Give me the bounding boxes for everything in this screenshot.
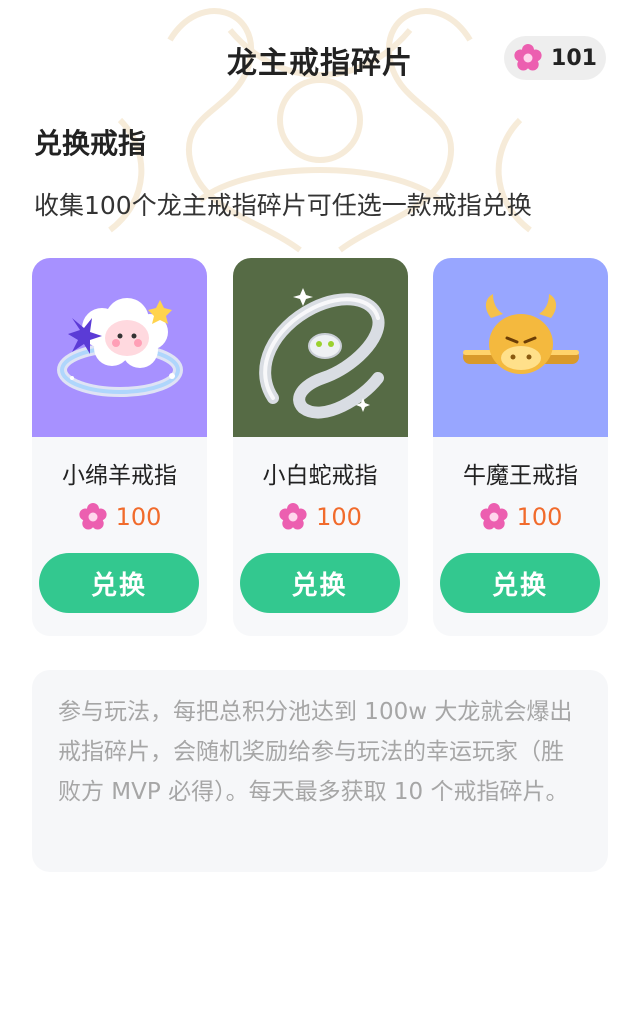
- ring-name: 小白蛇戒指: [262, 463, 378, 489]
- redeem-button-sheep[interactable]: 兑换: [39, 553, 199, 613]
- ring-card-sheep: 小绵羊戒指 100 兑换: [32, 258, 207, 636]
- ring-price: 100: [233, 502, 408, 532]
- pink-flower-fragment-icon: [479, 503, 508, 530]
- fragment-balance-value: 101: [551, 45, 597, 71]
- pink-flower-fragment-icon: [78, 503, 107, 530]
- ring-card-list: 小绵羊戒指 100 兑换 小白蛇戒指 100 兑换 牛魔王戒指 100 兑换: [32, 258, 608, 636]
- redeem-button-bull[interactable]: 兑换: [440, 553, 600, 613]
- ring-price-value: 100: [115, 503, 162, 531]
- fragment-balance-chip: 101: [504, 36, 606, 80]
- header: 龙主戒指碎片 101: [0, 0, 640, 120]
- section-title: 兑换戒指: [34, 127, 147, 160]
- white-snake-ring-icon: [232, 258, 408, 437]
- ring-price-value: 100: [516, 503, 563, 531]
- section-description: 收集100个龙主戒指碎片可任选一款戒指兑换: [34, 191, 532, 220]
- ring-price-value: 100: [316, 503, 362, 531]
- redeem-button-snake[interactable]: 兑换: [239, 553, 400, 613]
- ring-card-bull: 牛魔王戒指 100 兑换: [433, 258, 608, 636]
- rules-box: 参与玩法，每把总积分池达到 100w 大龙就会爆出戒指碎片，会随机奖励给参与玩法…: [32, 670, 608, 872]
- sheep-ring-icon: [32, 258, 207, 437]
- pink-flower-fragment-icon: [279, 503, 307, 530]
- ring-name: 牛魔王戒指: [463, 463, 578, 489]
- ring-price: 100: [433, 502, 608, 532]
- rules-text: 参与玩法，每把总积分池达到 100w 大龙就会爆出戒指碎片，会随机奖励给参与玩法…: [58, 699, 573, 805]
- pink-flower-fragment-icon: [514, 44, 542, 71]
- ring-name: 小绵羊戒指: [62, 463, 177, 489]
- ring-card-snake: 小白蛇戒指 100 兑换: [232, 258, 408, 636]
- ring-price: 100: [32, 502, 207, 532]
- bull-king-ring-icon: [433, 258, 608, 437]
